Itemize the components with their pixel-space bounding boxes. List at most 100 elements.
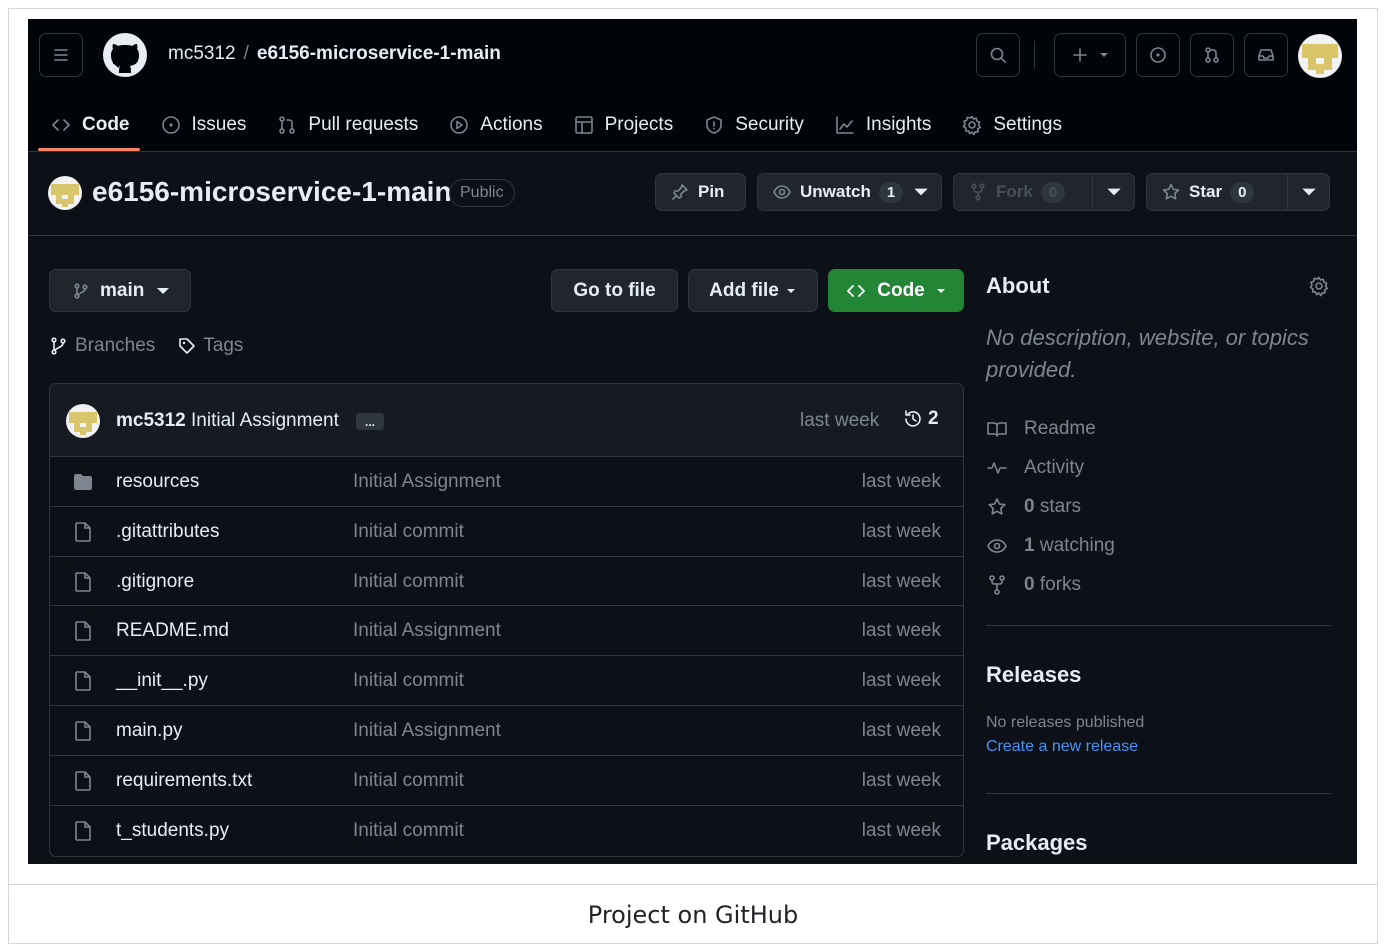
tab-projects-label: Projects (604, 114, 674, 135)
plus-icon (1073, 48, 1087, 62)
fork-button[interactable]: Fork 0 (953, 173, 1135, 211)
code-dropdown-button[interactable]: Code (828, 269, 964, 312)
tag-icon (179, 338, 196, 354)
file-row[interactable]: __init__.py Initial commit last week (50, 656, 963, 706)
about-activity-link[interactable]: Activity (986, 448, 1115, 487)
forks-label: forks (1039, 573, 1082, 595)
file-commit-message[interactable]: Initial commit (353, 670, 464, 692)
file-browser: mc5312 Initial Assignment ... last week … (49, 383, 964, 857)
commit-expand-button[interactable]: ... (356, 413, 384, 430)
tab-actions[interactable]: Actions (436, 105, 554, 145)
pin-button[interactable]: Pin (655, 173, 746, 211)
create-new-button[interactable] (1054, 33, 1126, 77)
file-name[interactable]: main.py (116, 720, 183, 742)
sidebar-divider (986, 793, 1331, 794)
menu-button[interactable] (39, 33, 83, 77)
unwatch-button[interactable]: Unwatch 1 (757, 173, 942, 211)
about-description: No description, website, or topics provi… (986, 325, 1309, 382)
issues-button[interactable] (1136, 33, 1180, 77)
tab-settings[interactable]: Settings (949, 105, 1074, 145)
star-count: 0 (1230, 181, 1255, 203)
user-avatar[interactable] (1298, 34, 1342, 78)
file-commit-message[interactable]: Initial commit (353, 770, 464, 792)
commit-count: 2 (928, 408, 939, 429)
breadcrumb-owner[interactable]: mc5312 (168, 43, 236, 64)
file-name[interactable]: resources (116, 471, 199, 493)
about-stars-link[interactable]: 0 stars (986, 487, 1115, 526)
file-name[interactable]: .gitattributes (116, 521, 220, 543)
search-icon (990, 47, 1006, 63)
commit-summary: mc5312 Initial Assignment (116, 410, 339, 432)
repo-forked-icon (971, 183, 985, 201)
releases-heading[interactable]: Releases (986, 662, 1081, 688)
file-row[interactable]: .gitignore Initial commit last week (50, 557, 963, 607)
branches-link[interactable]: Branches (49, 335, 155, 357)
unwatch-label: Unwatch (800, 182, 871, 201)
book-icon (987, 421, 1007, 437)
about-forks-link[interactable]: 0 forks (986, 565, 1115, 604)
tab-issues[interactable]: Issues (148, 105, 259, 145)
about-watching-link[interactable]: 1 watching (986, 526, 1115, 565)
file-commit-message[interactable]: Initial commit (353, 571, 464, 593)
file-name[interactable]: t_students.py (116, 820, 229, 842)
tab-insights[interactable]: Insights (822, 105, 943, 145)
file-name[interactable]: __init__.py (116, 670, 208, 692)
go-to-file-button[interactable]: Go to file (551, 269, 678, 312)
file-name[interactable]: requirements.txt (116, 770, 252, 792)
file-row[interactable]: main.py Initial Assignment last week (50, 706, 963, 756)
file-commit-message[interactable]: Initial Assignment (353, 720, 501, 742)
git-branch-icon (74, 282, 88, 299)
fork-dropdown[interactable] (1092, 174, 1134, 210)
create-release-link[interactable]: Create a new release (986, 738, 1138, 756)
commit-time[interactable]: last week (800, 410, 879, 432)
file-directory-icon (74, 474, 92, 490)
caption-area: Project on GitHub (8, 884, 1378, 944)
about-readme-link[interactable]: Readme (986, 409, 1115, 448)
tab-pull-requests-label: Pull requests (308, 114, 419, 135)
star-button[interactable]: Star 0 (1146, 173, 1330, 211)
branch-selector[interactable]: main (49, 269, 191, 312)
file-name[interactable]: .gitignore (116, 571, 194, 593)
commit-history-link[interactable]: 2 (902, 408, 939, 430)
star-dropdown[interactable] (1287, 174, 1329, 210)
file-commit-message[interactable]: Initial Assignment (353, 471, 501, 493)
about-activity-label: Activity (1024, 456, 1085, 478)
commit-author-avatar[interactable] (66, 404, 100, 438)
search-button[interactable] (976, 33, 1020, 77)
tab-security-label: Security (735, 114, 804, 135)
git-pull-request-icon (279, 116, 296, 134)
file-row[interactable]: resources Initial Assignment last week (50, 457, 963, 507)
tab-settings-label: Settings (993, 114, 1062, 135)
tab-security[interactable]: Security (691, 105, 816, 145)
packages-heading[interactable]: Packages (986, 830, 1088, 856)
tab-projects[interactable]: Projects (561, 105, 686, 145)
gear-icon[interactable] (1308, 275, 1330, 297)
breadcrumb-repo[interactable]: e6156-microservice-1-main (257, 43, 501, 64)
commit-author[interactable]: mc5312 (116, 410, 186, 431)
add-file-button[interactable]: Add file (688, 269, 818, 312)
file-row[interactable]: .gitattributes Initial commit last week (50, 507, 963, 557)
file-row[interactable]: requirements.txt Initial commit last week (50, 756, 963, 806)
repo-title-bar: e6156-microservice-1-main Public Pin Unw… (28, 152, 1357, 236)
file-commit-message[interactable]: Initial commit (353, 820, 464, 842)
owner-avatar[interactable] (48, 176, 82, 210)
fork-label: Fork (996, 182, 1033, 201)
triangle-down-icon (1100, 53, 1108, 57)
tags-link[interactable]: Tags (177, 335, 243, 357)
header-divider (1034, 41, 1035, 69)
figure-caption: Project on GitHub (587, 900, 799, 929)
file-commit-message[interactable]: Initial commit (353, 521, 464, 543)
commit-message[interactable]: Initial Assignment (191, 410, 339, 431)
file-name[interactable]: README.md (116, 620, 229, 642)
repo-name[interactable]: e6156-microservice-1-main (92, 176, 452, 208)
file-row[interactable]: t_students.py Initial commit last week (50, 806, 963, 856)
file-commit-time: last week (861, 769, 941, 791)
file-row[interactable]: README.md Initial Assignment last week (50, 606, 963, 657)
tab-pull-requests[interactable]: Pull requests (264, 105, 430, 145)
tab-code[interactable]: Code (38, 105, 142, 145)
inbox-button[interactable] (1244, 33, 1288, 77)
file-list: resources Initial Assignment last week .git… (50, 457, 963, 855)
github-logo-icon[interactable] (102, 32, 148, 78)
file-commit-message[interactable]: Initial Assignment (353, 620, 501, 642)
pull-requests-button[interactable] (1190, 33, 1234, 77)
